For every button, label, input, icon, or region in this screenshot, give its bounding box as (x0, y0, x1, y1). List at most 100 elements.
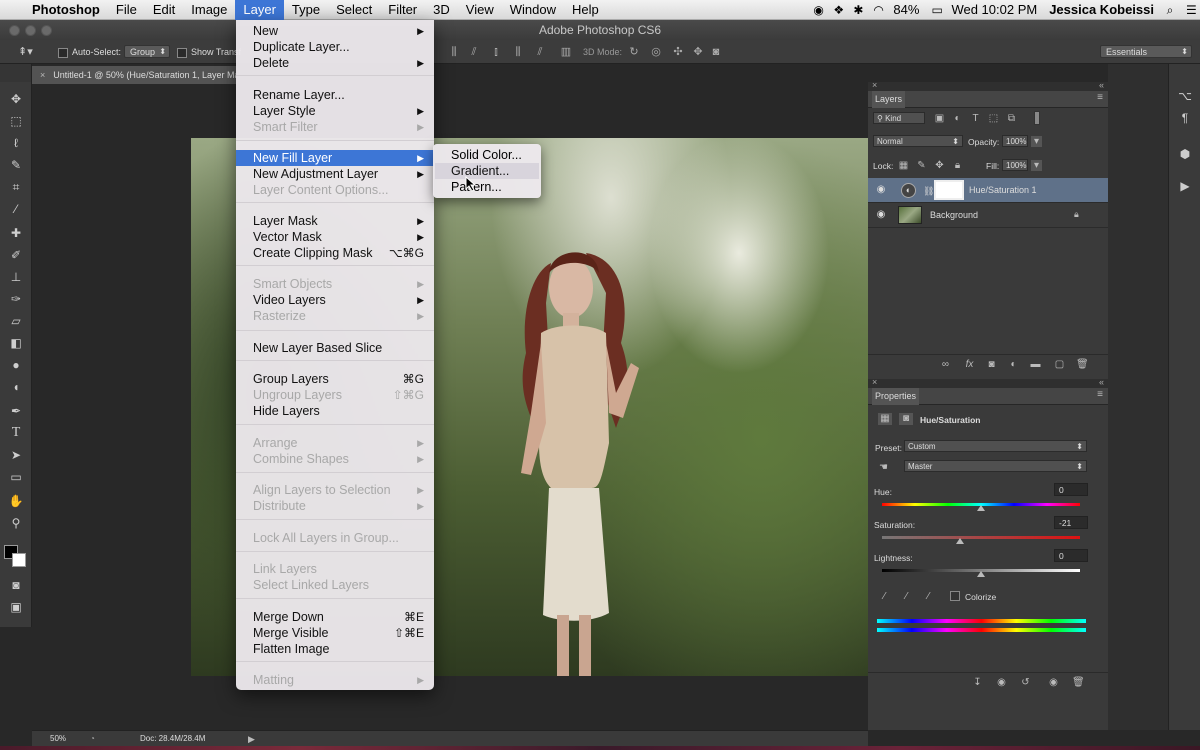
distribute-icon[interactable]: ⫽ (534, 46, 546, 58)
crop-tool-icon[interactable]: ⌗ (7, 178, 25, 196)
saturation-slider-thumb[interactable] (956, 538, 964, 544)
visibility-eye-icon[interactable]: ◉ (875, 209, 887, 221)
align-icon[interactable]: ⫼ (448, 46, 460, 58)
filter-shape-icon[interactable]: ⬚ (988, 113, 999, 124)
menu-window[interactable]: Window (502, 0, 564, 20)
menu-item-rename-layer[interactable]: Rename Layer... (236, 87, 434, 103)
close-panel-icon[interactable]: × (872, 80, 877, 90)
eyedropper-tool-icon[interactable]: ⁄ (7, 200, 25, 218)
panel-menu-icon[interactable]: ≡ (1097, 92, 1103, 103)
menu-item-video-layers[interactable]: Video Layers ▶ (236, 292, 434, 308)
targeted-adjustment-hand-icon[interactable]: ☚ (878, 462, 889, 473)
menu-photoshop[interactable]: Photoshop (24, 0, 108, 20)
eraser-tool-icon[interactable]: ▱ (7, 312, 25, 330)
menu-item-layer-style[interactable]: Layer Style ▶ (236, 103, 434, 119)
quick-mask-icon[interactable]: ◙ (7, 576, 25, 594)
menu-filter[interactable]: Filter (380, 0, 425, 20)
filter-smart-object-icon[interactable]: ⧉ (1006, 113, 1017, 124)
opacity-input[interactable]: 100% (1002, 135, 1028, 147)
hand-tool-icon[interactable]: ✋ (7, 492, 25, 510)
3d-pan-icon[interactable]: ✣ (672, 46, 684, 58)
blur-tool-icon[interactable]: ● (7, 356, 25, 374)
zoom-level[interactable]: 50% (50, 731, 66, 747)
battery-percent[interactable]: 84% (887, 0, 925, 20)
menu-file[interactable]: File (108, 0, 145, 20)
background-color-swatch[interactable] (12, 553, 26, 567)
menu-item-create-clipping-mask[interactable]: Create Clipping Mask ⌥⌘G (236, 245, 434, 261)
align-icon[interactable]: ⫽ (468, 46, 480, 58)
workspace-dropdown[interactable]: Essentials (1100, 45, 1192, 59)
distribute-icon[interactable]: ⫼ (512, 46, 524, 58)
spotlight-search-icon[interactable]: ⌕ (1160, 0, 1180, 20)
shape-tool-icon[interactable]: ▭ (7, 468, 25, 486)
new-adjustment-icon[interactable]: ◐ (1008, 359, 1019, 370)
lock-image-icon[interactable]: ✎ (916, 160, 927, 171)
minimize-window-button[interactable] (25, 25, 36, 36)
menu-item-layer-mask[interactable]: Layer Mask ▶ (236, 213, 434, 229)
dropbox-icon[interactable]: ❖ (827, 0, 847, 20)
lightness-slider-thumb[interactable] (977, 571, 985, 577)
eyedropper-icon[interactable]: ⁄ (879, 591, 890, 602)
menu-item-new-adjustment-layer[interactable]: New Adjustment Layer ▶ (236, 166, 434, 182)
reset-adjustment-icon[interactable]: ↺ (1020, 677, 1031, 688)
menu-item-new[interactable]: New ▶ (236, 23, 434, 39)
filter-type-icon[interactable]: T (970, 113, 981, 124)
submenu-pattern[interactable]: Pattern... (435, 179, 539, 195)
3d-scale-icon[interactable]: ◙ (710, 46, 722, 58)
battery-icon[interactable]: ▭ (925, 0, 945, 20)
layer-style-fx-icon[interactable]: fx (964, 359, 975, 370)
link-layers-icon[interactable]: ∞ (940, 359, 951, 370)
record-icon[interactable]: ◉ (807, 0, 827, 20)
menu-edit[interactable]: Edit (145, 0, 183, 20)
filter-toggle-switch[interactable] (1034, 111, 1040, 125)
lock-transparent-icon[interactable]: ▦ (898, 160, 909, 171)
dodge-tool-icon[interactable]: ◖ (7, 378, 25, 396)
menu-item-vector-mask[interactable]: Vector Mask ▶ (236, 229, 434, 245)
clip-to-layer-icon[interactable]: ↧ (972, 677, 983, 688)
menu-item-flatten-image[interactable]: Flatten Image (236, 641, 434, 657)
status-menu-arrow-icon[interactable]: ▶ (248, 731, 255, 747)
visibility-eye-icon[interactable]: ◉ (875, 184, 887, 196)
layers-tab[interactable]: Layers (872, 91, 906, 108)
delete-adjustment-icon[interactable]: 🗑︎ (1072, 677, 1085, 688)
submenu-solid-color[interactable]: Solid Color... (435, 147, 539, 163)
eyedropper-subtract-icon[interactable]: ⁄ (923, 591, 934, 602)
menu-item-merge-visible[interactable]: Merge Visible ⇧⌘E (236, 625, 434, 641)
history-brush-tool-icon[interactable]: ✑ (7, 290, 25, 308)
screen-mode-icon[interactable]: ▣ (7, 598, 25, 616)
menu-item-hide-layers[interactable]: Hide Layers (236, 403, 434, 419)
menu-view[interactable]: View (458, 0, 502, 20)
fill-input[interactable]: 100% (1002, 159, 1028, 171)
quick-select-tool-icon[interactable]: ✎ (7, 156, 25, 174)
filter-pixel-icon[interactable]: ▣ (934, 113, 945, 124)
submenu-gradient[interactable]: Gradient... (435, 163, 539, 179)
fill-slider-icon[interactable]: ▾ (1031, 160, 1042, 171)
distribute-icon[interactable]: ⫾ (490, 46, 502, 58)
document-tab[interactable]: × Untitled-1 @ 50% (Hue/Saturation 1, Lay… (32, 66, 236, 84)
notification-list-icon[interactable]: ☰ (1180, 0, 1200, 20)
preset-dropdown[interactable]: Custom ⬍ (904, 440, 1087, 452)
eyedropper-add-icon[interactable]: ⁄ (901, 591, 912, 602)
menu-help[interactable]: Help (564, 0, 607, 20)
filter-adjustment-icon[interactable]: ◐ (952, 113, 963, 124)
hue-input[interactable]: 0 (1054, 483, 1088, 496)
saturation-input[interactable]: -21 (1054, 516, 1088, 529)
brush-tool-icon[interactable]: ✐ (7, 246, 25, 264)
layer-name[interactable]: Background (930, 210, 978, 220)
menu-item-group-layers[interactable]: Group Layers ⌘G (236, 371, 434, 387)
path-select-tool-icon[interactable]: ➤ (7, 446, 25, 464)
opacity-slider-icon[interactable]: ▾ (1031, 136, 1042, 147)
user-name[interactable]: Jessica Kobeissi (1043, 0, 1160, 20)
timeline-panel-icon[interactable]: ▶ (1177, 178, 1193, 194)
3d-slide-icon[interactable]: ✥ (692, 46, 704, 58)
menu-item-new-fill-layer[interactable]: New Fill Layer ▶ (236, 150, 434, 166)
type-tool-icon[interactable]: T (7, 424, 25, 442)
properties-tab[interactable]: Properties (872, 388, 920, 405)
lock-all-icon[interactable]: 🔒︎ (952, 160, 963, 171)
paragraph-panel-icon[interactable]: ¶ (1177, 110, 1193, 126)
show-transform-checkbox[interactable]: Show Transf (177, 45, 241, 59)
mask-icon[interactable]: ◙ (899, 413, 913, 425)
move-tool-icon[interactable]: ✥ (7, 90, 25, 108)
menu-type[interactable]: Type (284, 0, 328, 20)
add-mask-icon[interactable]: ◙ (986, 359, 997, 370)
